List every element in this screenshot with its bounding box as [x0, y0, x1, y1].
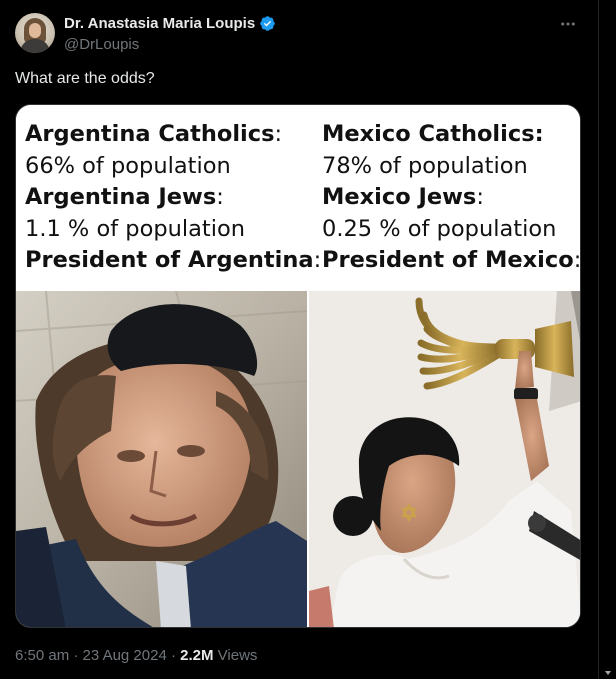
media-left-column: Argentina Catholics: 66% of population A…: [25, 119, 321, 277]
left-heading-2: Argentina Jews: [25, 184, 217, 210]
author-handle[interactable]: @DrLoupis: [64, 36, 139, 53]
left-colon-2: :: [216, 184, 224, 210]
author-display-name[interactable]: Dr. Anastasia Maria Loupis: [64, 15, 255, 32]
right-value-2: 0.25 % of population: [322, 215, 557, 242]
tweet-date[interactable]: 23 Aug 2024: [83, 647, 167, 664]
left-colon-1: :: [274, 121, 283, 147]
media-right-column: Mexico Catholics: 78% of population Mexi…: [322, 119, 581, 277]
right-heading-2: Mexico Jews: [322, 184, 477, 210]
name-row[interactable]: Dr. Anastasia Maria Loupis: [64, 15, 276, 32]
right-colon-2: :: [476, 184, 484, 210]
views-count[interactable]: 2.2M: [180, 647, 213, 664]
right-colon-3: :: [573, 247, 581, 273]
more-horizontal-icon[interactable]: [557, 15, 579, 35]
tweet-text: What are the odds?: [15, 70, 155, 87]
right-heading-1: Mexico Catholics:: [322, 121, 544, 147]
tweet-header: Dr. Anastasia Maria Loupis @DrLoupis: [15, 13, 585, 57]
left-colon-3: :: [313, 247, 322, 273]
photo-left-man-kippah: [16, 291, 307, 627]
right-value-1: 78% of population: [322, 152, 528, 179]
tweet-footer: 6:50 am · 23 Aug 2024 · 2.2M Views: [15, 647, 257, 664]
photo-right-woman-menorah: [309, 291, 580, 627]
page-scrollbar[interactable]: [598, 0, 616, 679]
left-heading-1: Argentina Catholics: [25, 121, 275, 147]
footer-separator: ·: [166, 647, 181, 664]
tweet-time[interactable]: 6:50 am: [15, 647, 69, 664]
left-value-2: 1.1 % of population: [25, 215, 246, 242]
verified-badge-icon[interactable]: [259, 15, 276, 32]
tweet-media-image[interactable]: Argentina Catholics: 66% of population A…: [15, 104, 581, 628]
views-label: Views: [213, 647, 258, 664]
left-heading-3: President of Argentina: [25, 247, 314, 273]
media-caption-panel: Argentina Catholics: 66% of population A…: [16, 105, 581, 291]
footer-separator: ·: [69, 647, 83, 664]
tweet[interactable]: Dr. Anastasia Maria Loupis @DrLoupis Wha…: [0, 0, 598, 679]
right-heading-3: President of Mexico: [322, 247, 574, 273]
avatar[interactable]: [15, 13, 55, 53]
left-value-1: 66% of population: [25, 152, 231, 179]
scroll-down-arrow-icon[interactable]: [605, 671, 611, 675]
